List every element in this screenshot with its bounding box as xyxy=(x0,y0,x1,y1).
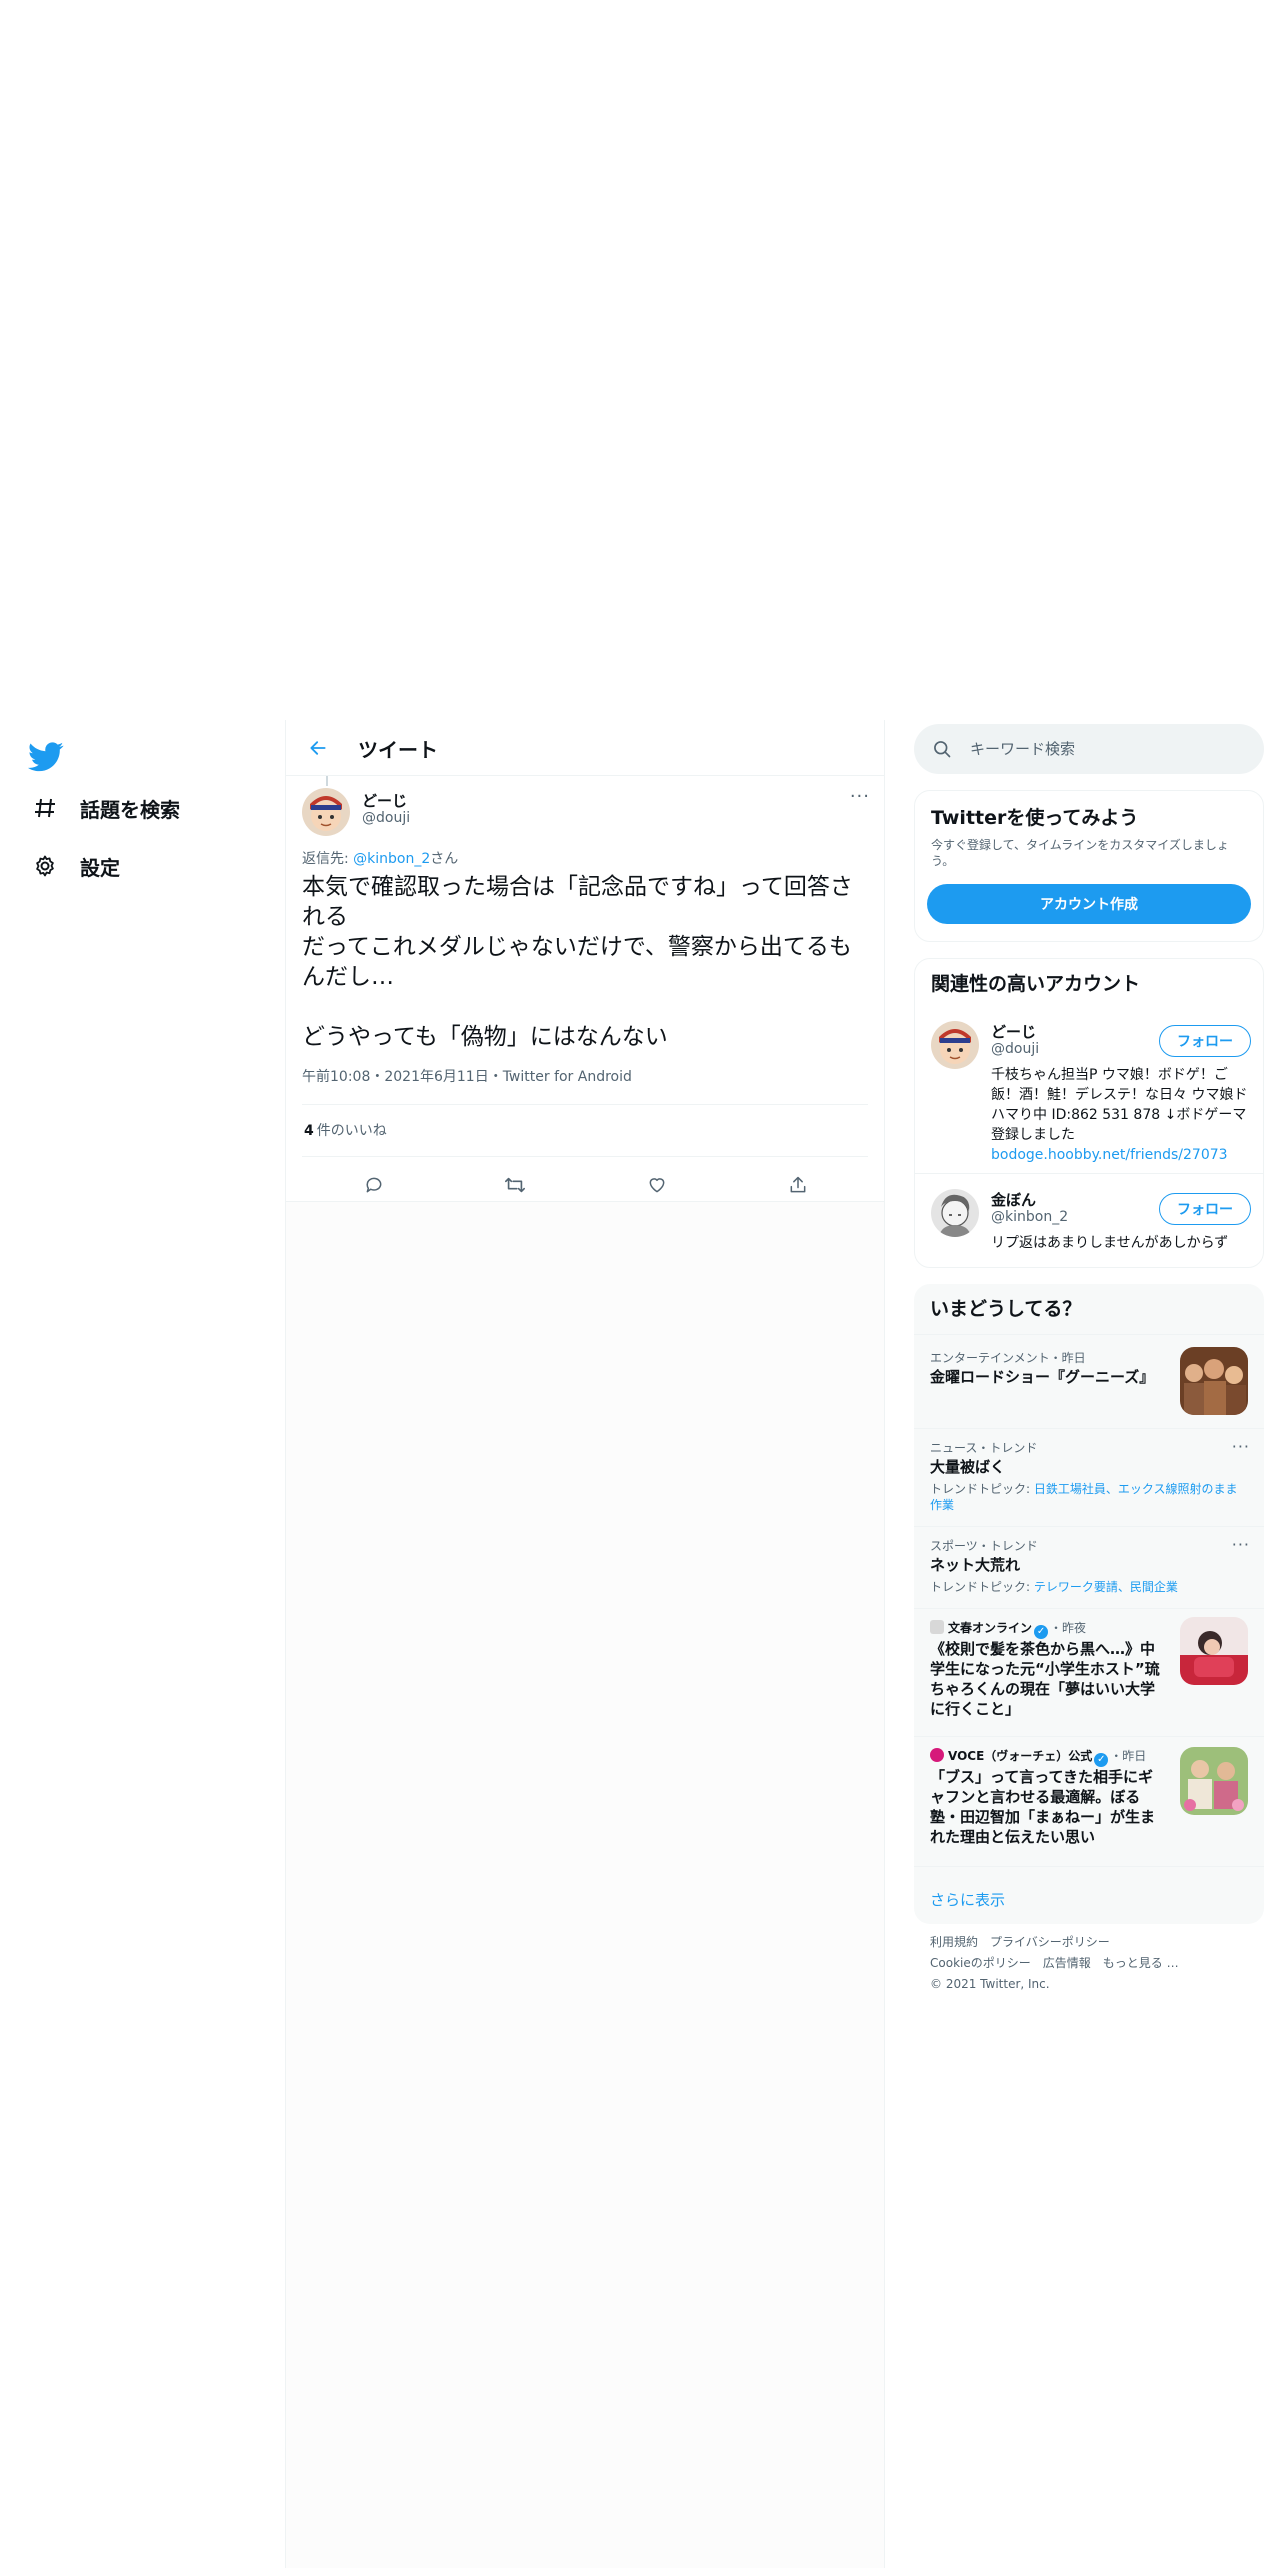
footer-more-link[interactable]: もっと見る … xyxy=(1103,1956,1179,1970)
search-box[interactable] xyxy=(914,724,1264,774)
like-icon[interactable] xyxy=(640,1168,674,1202)
retweet-icon[interactable] xyxy=(498,1168,532,1202)
trend-topics-prefix: トレンドトピック: xyxy=(930,1482,1034,1496)
footer-privacy-link[interactable]: プライバシーポリシー xyxy=(990,1935,1110,1949)
page-title: ツイート xyxy=(358,738,438,762)
left-nav: 話題を検索 設定 xyxy=(0,720,285,2568)
more-options-icon[interactable]: ··· xyxy=(850,786,870,807)
follow-button[interactable]: フォロー xyxy=(1159,1193,1251,1225)
trends-card: いまどうしてる？ エンターテインメント・昨日 金曜ロードショー『グーニーズ』 ニ… xyxy=(914,1284,1264,1924)
trend-title: 金曜ロードショー『グーニーズ』 xyxy=(930,1368,1155,1386)
nav-explore[interactable]: 話題を検索 xyxy=(30,786,180,830)
reply-mention-link[interactable]: @kinbon_2 xyxy=(353,851,430,867)
verified-badge-icon: ✓ xyxy=(1094,1753,1109,1767)
divider xyxy=(915,1173,1263,1174)
trend-item[interactable]: ニュース・トレンド ··· 大量被ばく トレンドトピック: 日鉄工場社員、エック… xyxy=(914,1428,1264,1526)
likes-number: 4 xyxy=(304,1123,314,1139)
tweet-text: 本気で確認取った場合は「記念品ですね」って回答される だってこれメダルじゃないだ… xyxy=(302,874,853,1050)
news-time: ・昨夜 xyxy=(1050,1621,1087,1635)
show-more-link[interactable]: さらに表示 xyxy=(930,1889,1005,1910)
user-bio-text: 千枝ちゃん担当P ウマ娘！ボドゲ！ご飯！酒！鮭！デレステ！な日々 ウマ娘ドハマり… xyxy=(991,1067,1248,1143)
twitter-bird-icon[interactable] xyxy=(28,738,64,774)
user-bio: リプ返はあまりしませんがあしからず xyxy=(991,1235,1229,1251)
publisher-logo-icon xyxy=(930,1620,944,1634)
trend-item[interactable]: エンターテインメント・昨日 金曜ロードショー『グーニーズ』 xyxy=(914,1334,1264,1428)
user-bio-link[interactable]: bodoge.hoobby.net/friends/27073 xyxy=(991,1147,1228,1163)
search-input[interactable] xyxy=(970,724,1240,774)
user-name: 金ぼん xyxy=(991,1191,1037,1209)
trend-item[interactable]: スポーツ・トレンド ··· ネット大荒れ トレンドトピック: テレワーク要請、民… xyxy=(914,1526,1264,1608)
trend-thumbnail xyxy=(1180,1347,1248,1415)
divider xyxy=(302,1156,868,1157)
tweet-timestamp[interactable]: 午前10:08・2021年6月11日・Twitter for Android xyxy=(302,1066,632,1086)
footer-terms-link[interactable]: 利用規約 xyxy=(930,1935,978,1949)
hashtag-icon xyxy=(30,793,60,823)
divider xyxy=(302,1104,868,1105)
reply-suffix: さん xyxy=(430,851,459,867)
follow-button[interactable]: フォロー xyxy=(1159,1025,1251,1057)
trend-meta: スポーツ・トレンド xyxy=(930,1539,1038,1553)
more-options-icon[interactable]: ··· xyxy=(1232,1535,1250,1554)
footer: 利用規約 プライバシーポリシー Cookieのポリシー 広告情報 もっと見る … © … xyxy=(930,1932,1260,1995)
reply-prefix: 返信先: xyxy=(302,851,354,867)
avatar[interactable] xyxy=(931,1021,979,1069)
publisher-logo-icon xyxy=(930,1748,944,1762)
user-name: どーじ xyxy=(991,1023,1037,1041)
search-icon xyxy=(932,739,952,759)
footer-copyright: © 2021 Twitter, Inc. xyxy=(930,1977,1050,1991)
news-item[interactable]: VOCE（ヴォーチェ）公式 ✓ ・昨日 「ブス」って言ってきた相手にギャフンと言わせ… xyxy=(914,1736,1264,1866)
news-thumbnail xyxy=(1180,1747,1248,1815)
user-handle: @douji xyxy=(991,1041,1040,1057)
news-source-name: 文春オンライン xyxy=(948,1621,1033,1635)
nav-settings-label: 設定 xyxy=(80,855,120,880)
signup-card: Twitterを使ってみよう 今すぐ登録して、タイムラインをカスタマイズしましょ… xyxy=(914,790,1264,942)
related-accounts-card: 関連性の高いアカウント どーじ @douji フォロー 千枝ちゃん担当P ウマ娘… xyxy=(914,958,1264,1268)
trend-topics: トレンドトピック: 日鉄工場社員、エックス線照射のまま作業 xyxy=(930,1481,1248,1513)
user-handle: @kinbon_2 xyxy=(991,1209,1069,1225)
author-handle[interactable]: @douji xyxy=(362,810,410,826)
news-source: 文春オンライン ✓ ・昨夜 xyxy=(930,1619,1086,1639)
share-icon[interactable] xyxy=(781,1168,815,1202)
avatar[interactable] xyxy=(931,1189,979,1237)
divider xyxy=(914,1866,1264,1867)
news-time: ・昨日 xyxy=(1110,1749,1147,1763)
trend-title: ネット大荒れ xyxy=(930,1556,1021,1574)
likes-label: 件のいいね xyxy=(316,1123,387,1139)
likes-count[interactable]: 4 件のいいね xyxy=(304,1120,387,1140)
create-account-button[interactable]: アカウント作成 xyxy=(927,884,1251,924)
news-source: VOCE（ヴォーチェ）公式 ✓ ・昨日 xyxy=(930,1747,1146,1767)
more-options-icon[interactable]: ··· xyxy=(1232,1437,1250,1456)
gear-icon xyxy=(30,851,60,881)
footer-cookie-link[interactable]: Cookieのポリシー xyxy=(930,1956,1031,1970)
primary-column: ツイート どーじ @douji ··· 返信先: @kinbon_2さん 本気で… xyxy=(285,720,885,2568)
news-title: 《校則で髪を茶色から黒へ…》中学生になった元“小学生ホスト”琉ちゃろくんの現在「… xyxy=(930,1640,1160,1718)
trends-title: いまどうしてる？ xyxy=(930,1298,1082,1320)
avatar[interactable] xyxy=(302,788,350,836)
user-bio: 千枝ちゃん担当P ウマ娘！ボドゲ！ご飯！酒！鮭！デレステ！な日々 ウマ娘ドハマり… xyxy=(991,1065,1251,1165)
reply-context: 返信先: @kinbon_2さん xyxy=(302,848,458,868)
news-thumbnail xyxy=(1180,1617,1248,1685)
signup-title: Twitterを使ってみよう xyxy=(931,807,1139,829)
reply-icon[interactable] xyxy=(357,1168,391,1202)
trend-topics-links[interactable]: テレワーク要請、民間企業 xyxy=(1034,1580,1178,1594)
focused-tweet: どーじ @douji ··· 返信先: @kinbon_2さん 本気で確認取った… xyxy=(286,776,884,1202)
trend-title: 大量被ばく xyxy=(930,1458,1006,1476)
related-title: 関連性の高いアカウント xyxy=(931,973,1141,995)
trend-topics-prefix: トレンドトピック: xyxy=(930,1580,1034,1594)
back-arrow-icon[interactable] xyxy=(302,732,334,764)
page-header: ツイート xyxy=(286,720,884,776)
verified-badge-icon: ✓ xyxy=(1034,1625,1049,1639)
nav-explore-label: 話題を検索 xyxy=(80,797,180,822)
news-title: 「ブス」って言ってきた相手にギャフンと言わせる最適解。ぼる塾・田辺智加「まぁねー… xyxy=(930,1768,1156,1846)
nav-settings[interactable]: 設定 xyxy=(30,844,120,888)
news-item[interactable]: 文春オンライン ✓ ・昨夜 《校則で髪を茶色から黒へ…》中学生になった元“小学生ホス… xyxy=(914,1608,1264,1736)
trend-meta: エンターテインメント・昨日 xyxy=(930,1351,1086,1365)
trend-topics: トレンドトピック: テレワーク要請、民間企業 xyxy=(930,1579,1248,1595)
footer-ads-link[interactable]: 広告情報 xyxy=(1043,1956,1091,1970)
signup-description: 今すぐ登録して、タイムラインをカスタマイズしましょう。 xyxy=(931,838,1229,868)
news-source-name: VOCE（ヴォーチェ）公式 xyxy=(948,1749,1093,1763)
trend-meta: ニュース・トレンド xyxy=(930,1441,1038,1455)
author-name[interactable]: どーじ xyxy=(362,790,407,811)
thread-line xyxy=(326,776,328,786)
